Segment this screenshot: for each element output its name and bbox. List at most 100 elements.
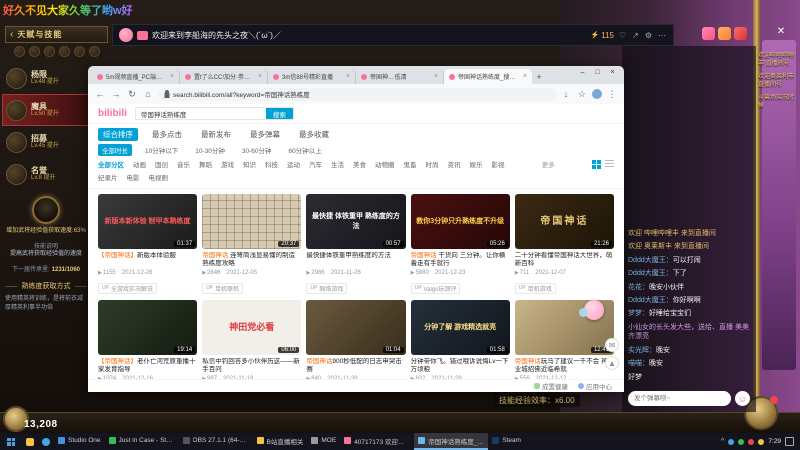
category-filter[interactable]: 国创 [155, 159, 168, 169]
category-filter[interactable]: 美食 [353, 159, 366, 169]
site-search-button[interactable]: 搜索 [265, 108, 293, 119]
more-icon[interactable]: ⋯ [657, 31, 667, 40]
game-menu-item[interactable]: 魔具 Lv.50 提升 [2, 94, 90, 126]
taskbar-item[interactable]: 帝国神话熟练度_搜索结果... [414, 433, 489, 450]
video-thumbnail[interactable]: 神田党必看 06:00 [202, 300, 302, 355]
chat-input[interactable] [628, 391, 731, 406]
tray-icon[interactable] [758, 438, 765, 445]
maximize-icon[interactable]: □ [590, 66, 605, 79]
category-filter[interactable]: 影视 [492, 159, 505, 169]
settings-icon[interactable]: ⚙ [644, 31, 653, 40]
notification-icon[interactable] [785, 437, 794, 446]
video-title[interactable]: 帝国神话玩马了建议一千不会 神业城招佛近临希就 [515, 358, 614, 374]
video-card[interactable]: 帝国神话 21:26 二十分钟看懂帝国神话大世界，萌新百科 ▶711 2021-… [514, 194, 614, 294]
tray-icon[interactable] [748, 438, 755, 445]
video-thumbnail[interactable]: 帝国神话 21:26 [514, 194, 614, 249]
category-filter[interactable]: 舞蹈 [199, 159, 212, 169]
taskbar-item[interactable]: Just in Case - Stevie... [105, 433, 179, 450]
tab-close-icon[interactable]: × [170, 73, 174, 80]
video-uploader-tag[interactable]: 全游戏实况解说 [98, 282, 157, 294]
browser-tab[interactable]: 帝国神话熟练度_搜索结果_哔哩哔... × [444, 69, 532, 84]
taskbar-clock[interactable]: 7:29 [768, 438, 781, 445]
video-card[interactable]: 20:37 帝国神话 连弩简浅显易懂的制造熟练度攻略 ▶2846 2021-12… [202, 194, 302, 294]
tab-close-icon[interactable]: × [434, 73, 438, 80]
category-filter[interactable]: 纪录片 [98, 172, 118, 182]
video-title[interactable]: 分钟带你飞。错过哦诉说悔Lv一下万顷粮 [411, 358, 510, 374]
duration-filter[interactable]: 10分钟以下 [141, 144, 182, 156]
video-title[interactable]: 帝国神话900秒低配的日志申突击赛 [306, 358, 405, 374]
taskbar-item[interactable]: OBS 27.1.1 (64-bit... [179, 433, 253, 450]
taskbar-item[interactable]: Studio One [54, 433, 105, 450]
close-window-icon[interactable]: ✕ [774, 26, 788, 37]
category-filter[interactable]: 时尚 [426, 159, 439, 169]
tab-close-icon[interactable]: × [346, 73, 350, 80]
game-menu-item[interactable]: 杨限 Lv.48 提升 [2, 62, 90, 94]
duration-filter[interactable]: 60分钟以上 [284, 144, 325, 156]
video-title[interactable]: 帝国神话 干货向 三分钟。让你横着走有手就行 [411, 252, 510, 268]
video-thumbnail[interactable]: 01:04 [306, 300, 406, 355]
streamer-avatar[interactable] [119, 28, 133, 42]
bookmark-star-icon[interactable]: ☆ [576, 89, 588, 100]
category-filter[interactable]: 游戏 [221, 159, 234, 169]
share-icon[interactable]: ↗ [631, 31, 640, 40]
chat-username[interactable]: Dddd大魔王 [628, 270, 673, 277]
category-filter[interactable]: 知识 [243, 159, 256, 169]
sort-tab[interactable]: 综合排序 [98, 128, 138, 141]
category-filter[interactable]: 音乐 [177, 159, 190, 169]
duration-filter[interactable]: 30-60分钟 [238, 144, 276, 156]
category-filter[interactable]: 科技 [265, 159, 278, 169]
chat-username[interactable]: 梦梦 [628, 310, 649, 317]
chat-username[interactable]: Dddd大魔王 [628, 257, 673, 264]
category-filter[interactable]: 动物圈 [375, 159, 395, 169]
video-title[interactable]: 私信中钓回答多小伙伴历这——新手百问 [202, 358, 301, 374]
video-card[interactable]: 新版本新体验 制甲本熟练度 01:37 【帝国神话】新版本体验服 ▶1155 2… [98, 194, 198, 294]
video-card[interactable]: 最快捷 体铁重甲 熟练度的方法 00:57 最快捷体铁重甲熟练度的方法 ▶298… [306, 194, 406, 294]
game-tab-icon[interactable] [73, 46, 85, 57]
back-to-top-button[interactable]: ▲ [605, 356, 619, 370]
category-filter[interactable]: 汽车 [309, 159, 322, 169]
chat-username[interactable]: 喵喵 [628, 360, 649, 367]
taskbar-item[interactable]: B站直播相关 [253, 433, 308, 450]
footer-link-appcenter[interactable]: 应用中心 [578, 381, 612, 391]
taskbar-item[interactable]: 40717173 欢迎来到... [340, 433, 414, 450]
chat-username[interactable]: 实光辉 [628, 347, 656, 354]
category-filter[interactable]: 资讯 [448, 159, 461, 169]
back-icon[interactable]: ‹ [10, 29, 13, 40]
video-title[interactable]: 帝国神话 连弩简浅显易懂的制造熟练度攻略 [202, 252, 301, 268]
category-filter[interactable]: 娱乐 [470, 159, 483, 169]
tray-icon[interactable] [728, 438, 735, 445]
chat-username[interactable]: Dddd大魔王 [628, 297, 673, 304]
tab-close-icon[interactable]: × [523, 73, 527, 80]
start-button[interactable] [0, 433, 22, 450]
video-thumbnail[interactable]: 教你3分钟只升熟练度不升级 05:26 [410, 194, 510, 249]
game-tab-icon[interactable] [28, 46, 40, 57]
category-filter[interactable]: 电视剧 [149, 172, 169, 182]
site-search-input[interactable] [135, 108, 266, 119]
video-title[interactable]: 二十分钟看懂帝国神话大世界，萌新百科 [515, 252, 614, 268]
new-tab-button[interactable]: + [532, 72, 546, 82]
profile-avatar[interactable] [592, 89, 602, 99]
sort-tab[interactable]: 最多点击 [147, 128, 187, 141]
gift-banner-icon[interactable] [702, 27, 715, 40]
video-thumbnail[interactable]: 最快捷 体铁重甲 熟练度的方法 00:57 [306, 194, 406, 249]
customer-service-button[interactable]: ✉ [605, 338, 619, 352]
back-button[interactable]: ← [94, 89, 106, 99]
browser-tab[interactable]: 帝国神... 低清 × [356, 69, 444, 84]
video-title[interactable]: 【帝国神话】老仆亡河荒原重播十家发育指导 [98, 358, 197, 374]
close-icon[interactable]: × [605, 66, 620, 79]
game-tab-icon[interactable] [43, 46, 55, 57]
video-thumbnail[interactable]: 分钟了解 游戏精选就亮 01:58 [410, 300, 510, 355]
game-menu-item[interactable]: 名誉 Lv.8 提升 [2, 158, 90, 190]
browser-menu-icon[interactable]: ⋮ [606, 89, 618, 100]
game-tab-icon[interactable] [58, 46, 70, 57]
grid-view-icon[interactable] [592, 159, 601, 169]
taskbar-item[interactable]: MOE [307, 433, 340, 450]
minimize-icon[interactable]: – [575, 66, 590, 79]
sort-tab[interactable]: 最新发布 [196, 128, 236, 141]
bilibili-logo[interactable]: bilibili [98, 108, 127, 119]
sort-tab[interactable]: 最多弹幕 [245, 128, 285, 141]
tab-close-icon[interactable]: × [258, 73, 262, 80]
tray-icon[interactable] [738, 438, 745, 445]
video-thumbnail[interactable]: 19:14 [98, 300, 198, 355]
list-view-icon[interactable] [605, 159, 614, 169]
